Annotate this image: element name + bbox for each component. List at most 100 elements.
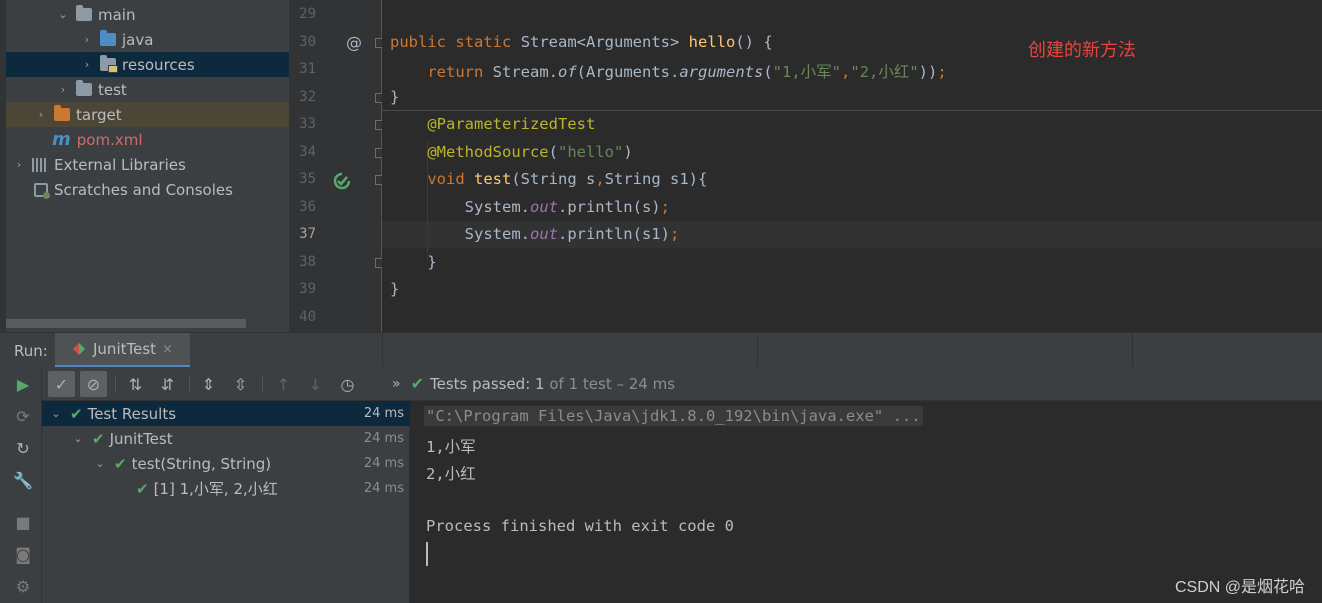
test-runner-toolbar: ✓ ⊘ ⇅ ⇵ ⇕ ⇳ ↑ ↓ ◷ » ✔ Tests passed: 1 of…	[42, 367, 1322, 401]
tree-item-test[interactable]: › test	[6, 77, 289, 102]
line-number: 40	[299, 309, 316, 325]
next-failed-icon[interactable]: ↓	[302, 371, 329, 397]
code-line-39: }	[390, 280, 400, 298]
code-line-38: }	[427, 253, 437, 271]
console-command-line: "C:\Program Files\Java\jdk1.8.0_192\bin\…	[424, 406, 923, 426]
rerun-failed-icon[interactable]: ⟳	[13, 406, 33, 426]
test-node-label: JunitTest	[109, 429, 173, 448]
test-results-root[interactable]: ⌄ ✔ Test Results 24 ms	[42, 401, 410, 426]
toggle-auto-test-icon[interactable]: ↻	[13, 438, 33, 458]
stop-icon[interactable]: ■	[13, 512, 33, 532]
code-line-31: return Stream.of(Arguments.arguments("1,…	[427, 63, 947, 81]
previous-failed-icon[interactable]: ↑	[270, 371, 297, 397]
chevron-down-icon[interactable]: ⌄	[58, 8, 68, 21]
test-node-label: Test Results	[87, 404, 177, 423]
method-source-usage-icon[interactable]: @	[346, 33, 362, 52]
toolbar-separator	[262, 375, 263, 393]
line-number: 31	[299, 61, 316, 77]
tree-item-main[interactable]: ⌄ main	[6, 2, 289, 27]
status-prefix: Tests passed:	[429, 374, 531, 393]
console-line: 1,小军	[426, 438, 476, 456]
tree-item-label: pom.xml	[76, 130, 143, 149]
project-tool-window: ⌄ main › java › resources › test › targe…	[0, 0, 289, 332]
collapse-all-icon[interactable]: ⇳	[227, 371, 254, 397]
tree-item-label: main	[98, 5, 136, 24]
wrench-icon[interactable]: 🔧	[13, 470, 33, 490]
junit-icon	[73, 343, 85, 355]
test-node-label: test(String, String)	[131, 454, 272, 473]
divider	[757, 333, 758, 368]
line-number: 33	[299, 116, 316, 132]
more-icon[interactable]: »	[392, 376, 401, 392]
chevron-down-icon[interactable]: ⌄	[72, 432, 84, 445]
chevron-right-icon[interactable]: ›	[82, 33, 92, 46]
tree-item-resources[interactable]: › resources	[6, 52, 289, 77]
chevron-down-icon[interactable]: ⌄	[50, 407, 62, 420]
camera-icon[interactable]: ◙	[13, 544, 33, 564]
run-test-gutter-icon[interactable]	[333, 172, 351, 190]
line-number: 39	[299, 281, 316, 297]
tree-item-label: External Libraries	[54, 155, 186, 174]
source-folder-icon	[100, 30, 116, 46]
divider	[1132, 333, 1133, 368]
check-icon: ✔	[114, 454, 127, 473]
toolbar-separator	[189, 375, 190, 393]
sort-by-duration-icon[interactable]: ⇵	[154, 371, 181, 397]
rerun-icon[interactable]: ▶	[13, 374, 33, 394]
annotation-note: 创建的新方法	[1028, 40, 1136, 61]
test-status: » ✔ Tests passed: 1 of 1 test – 24 ms	[392, 374, 675, 393]
excluded-folder-icon	[54, 105, 70, 121]
editor-gutter[interactable]: 29 30 31 32 33 34 35 36 37 38 39 40	[289, 0, 385, 332]
console-output[interactable]: "C:\Program Files\Java\jdk1.8.0_192\bin\…	[410, 401, 1322, 603]
line-number: 35	[299, 171, 316, 187]
test-class-node[interactable]: ⌄ ✔ JunitTest 24 ms	[42, 426, 410, 451]
tree-item-java[interactable]: › java	[6, 27, 289, 52]
run-tool-window-header: Run: JunitTest ×	[0, 332, 1322, 368]
show-passed-icon[interactable]: ✓	[48, 371, 75, 397]
code-line-30: public static Stream<Arguments> hello() …	[390, 33, 773, 51]
check-icon: ✔	[92, 429, 105, 448]
scratches-icon	[34, 182, 50, 199]
test-history-icon[interactable]: ◷	[334, 371, 361, 397]
check-icon: ✔	[70, 404, 83, 423]
code-line-32: }	[390, 88, 400, 106]
line-number: 32	[299, 89, 316, 105]
tree-item-external-libraries[interactable]: › External Libraries	[6, 152, 289, 177]
tree-item-label: java	[122, 30, 154, 49]
tree-item-scratches[interactable]: Scratches and Consoles	[6, 177, 289, 202]
tab-label: JunitTest	[93, 340, 157, 358]
line-number: 29	[299, 6, 316, 22]
console-exit-line: Process finished with exit code 0	[426, 517, 734, 535]
run-side-toolbar: ▶ ⟳ ↻ 🔧 ■ ◙ ⚙	[0, 367, 42, 603]
test-invocation-node[interactable]: ✔ [1] 1,小军, 2,小红 24 ms	[42, 476, 410, 501]
test-duration: 24 ms	[363, 406, 404, 421]
test-method-node[interactable]: ⌄ ✔ test(String, String) 24 ms	[42, 451, 410, 476]
tree-item-target[interactable]: › target	[6, 102, 289, 127]
check-icon: ✔	[410, 374, 424, 393]
libraries-icon	[32, 157, 48, 172]
watermark: CSDN @是烟花哈	[1174, 579, 1305, 596]
code-line-33: @ParameterizedTest	[427, 115, 596, 133]
tab-junittest[interactable]: JunitTest ×	[55, 333, 190, 368]
chevron-right-icon[interactable]: ›	[14, 158, 24, 171]
horizontal-scrollbar[interactable]	[6, 319, 246, 328]
console-line: 2,小红	[426, 465, 476, 483]
sort-alphabetically-icon[interactable]: ⇅	[122, 371, 149, 397]
tree-item-pom[interactable]: m pom.xml	[6, 127, 289, 152]
tree-item-label: test	[98, 80, 127, 99]
show-ignored-icon[interactable]: ⊘	[80, 371, 107, 397]
line-number: 38	[299, 254, 316, 270]
chevron-right-icon[interactable]: ›	[58, 83, 68, 96]
close-icon[interactable]: ×	[162, 342, 173, 357]
expand-all-icon[interactable]: ⇕	[195, 371, 222, 397]
test-duration: 24 ms	[363, 431, 404, 446]
chevron-right-icon[interactable]: ›	[82, 58, 92, 71]
code-editor[interactable]: public static Stream<Arguments> hello() …	[382, 0, 1322, 332]
test-duration: 24 ms	[363, 456, 404, 471]
chevron-right-icon[interactable]: ›	[36, 108, 46, 121]
chevron-down-icon[interactable]: ⌄	[94, 457, 106, 470]
line-number: 36	[299, 199, 316, 215]
settings-icon[interactable]: ⚙	[13, 576, 33, 596]
run-label: Run:	[14, 342, 48, 360]
test-results-tree[interactable]: ⌄ ✔ Test Results 24 ms ⌄ ✔ JunitTest 24 …	[42, 401, 410, 603]
